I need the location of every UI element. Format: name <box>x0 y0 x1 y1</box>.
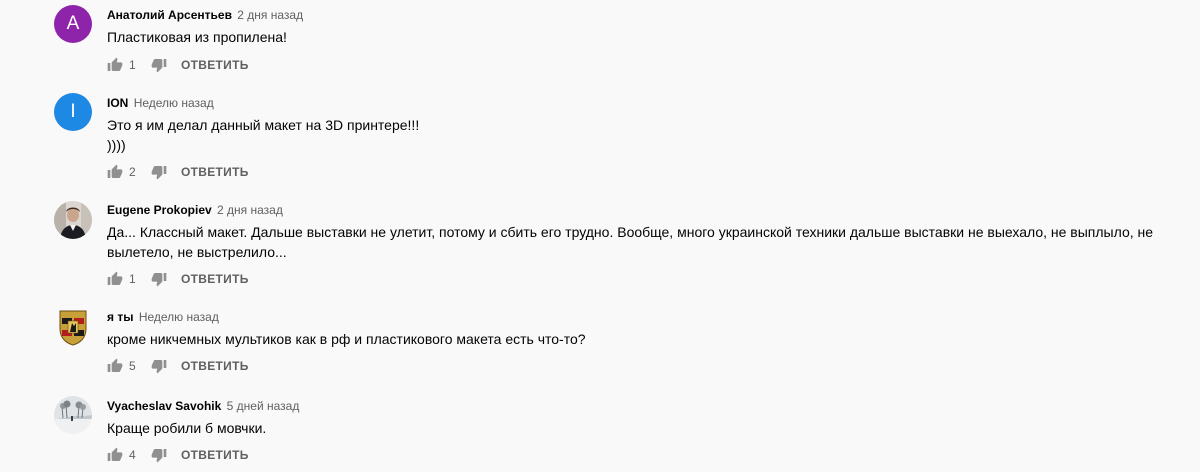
comment-text: Это я им делал данный макет на 3D принте… <box>107 117 420 153</box>
comment-time[interactable]: 2 дня назад <box>217 203 283 217</box>
comment-text: Краще робили б мовчки. <box>107 420 267 436</box>
avatar-letter: I <box>70 101 76 122</box>
like-count: 1 <box>129 272 136 286</box>
reply-button[interactable]: ОТВЕТИТЬ <box>181 272 249 286</box>
dislike-icon[interactable] <box>151 271 167 287</box>
dislike-icon[interactable] <box>151 447 167 463</box>
dislike-icon[interactable] <box>151 57 167 73</box>
comment-time[interactable]: Неделю назад <box>139 310 219 324</box>
comment-text: Да... Классный макет. Дальше выставки не… <box>107 224 1154 260</box>
reply-button[interactable]: ОТВЕТИТЬ <box>181 58 249 72</box>
comment-text: кроме никчемных мультиков как в рф и пла… <box>107 331 586 347</box>
like-icon[interactable] <box>107 447 123 463</box>
like-icon[interactable] <box>107 164 123 180</box>
landscape-photo-icon <box>54 396 92 434</box>
dislike-icon[interactable] <box>151 358 167 374</box>
like-icon[interactable] <box>107 57 123 73</box>
comment-author[interactable]: Vyacheslav Savohik <box>107 399 221 413</box>
like-icon[interactable] <box>107 271 123 287</box>
avatar[interactable]: I <box>54 93 92 131</box>
avatar-letter: А <box>66 13 80 34</box>
reply-button[interactable]: ОТВЕТИТЬ <box>181 359 249 373</box>
reply-button[interactable]: ОТВЕТИТЬ <box>181 165 249 179</box>
comment-author[interactable]: Eugene Prokopiev <box>107 203 212 217</box>
avatar[interactable] <box>54 396 92 434</box>
avatar[interactable]: А <box>54 5 92 43</box>
like-count: 1 <box>129 58 136 72</box>
porsche-crest-icon <box>59 310 87 346</box>
comment-time[interactable]: Неделю назад <box>134 96 214 110</box>
dislike-icon[interactable] <box>151 164 167 180</box>
comment-author[interactable]: ION <box>107 96 128 110</box>
comment-text: Пластиковая из пропилена! <box>107 29 287 45</box>
avatar[interactable] <box>54 201 92 239</box>
comment-time[interactable]: 2 дня назад <box>237 8 303 22</box>
like-count: 4 <box>129 448 136 462</box>
comments-section: А Анатолий Арсентьев 2 дня назад Пластик… <box>0 0 1200 472</box>
reply-button[interactable]: ОТВЕТИТЬ <box>181 448 249 462</box>
person-photo-icon <box>54 201 92 239</box>
comment-time[interactable]: 5 дней назад <box>227 399 300 413</box>
like-count: 2 <box>129 165 136 179</box>
comment-author[interactable]: Анатолий Арсентьев <box>107 8 232 22</box>
like-count: 5 <box>129 359 136 373</box>
like-icon[interactable] <box>107 358 123 374</box>
comment-author[interactable]: я ты <box>107 310 133 324</box>
avatar[interactable] <box>54 308 92 346</box>
